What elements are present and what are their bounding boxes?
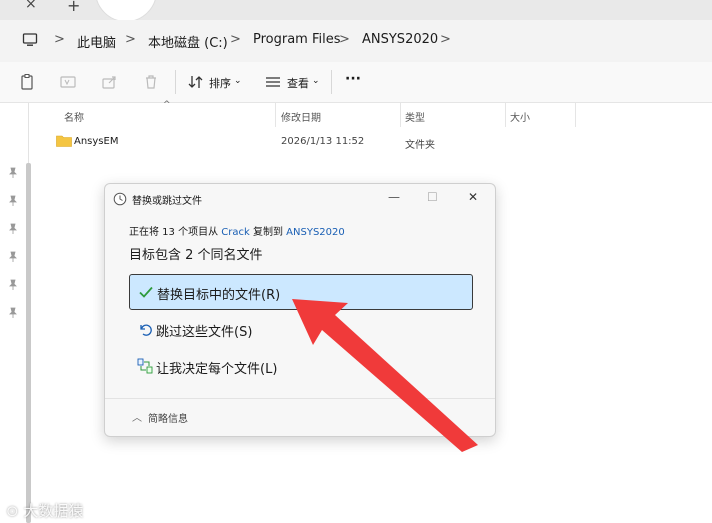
chevron-down-icon[interactable]: ⌄: [234, 76, 242, 86]
file-type: 文件夹: [405, 140, 435, 151]
close-button[interactable]: ✕: [468, 190, 478, 204]
breadcrumb-program-files[interactable]: Program Files: [253, 32, 341, 47]
breadcrumb-ansys2020[interactable]: ANSYS2020: [362, 32, 438, 47]
clock-icon: [113, 192, 127, 206]
pin-icon[interactable]: [7, 307, 19, 319]
decide-each-file-label: 让我决定每个文件(L): [156, 362, 278, 377]
navigation-pane: [0, 103, 29, 523]
command-bar: 排序 ⌄ 查看 ⌄ ···: [0, 62, 712, 103]
more-options-button[interactable]: ···: [345, 71, 361, 87]
status-prefix: 正在将 13 个项目从: [129, 227, 219, 238]
breadcrumb-chevron-icon[interactable]: >: [230, 32, 241, 47]
sort-button[interactable]: 排序: [209, 75, 231, 91]
tab-close-button[interactable]: ×: [25, 0, 37, 12]
checkmark-icon: [139, 286, 153, 298]
folder-icon: [56, 135, 72, 147]
breadcrumb-this-pc[interactable]: 此电脑: [77, 32, 116, 51]
watermark: ⊙ 大数据猿: [6, 500, 83, 521]
breadcrumb-chevron-icon[interactable]: >: [125, 32, 136, 47]
copy-status: 正在将 13 个项目从 Crack 复制到 ANSYS2020: [129, 223, 345, 238]
column-divider[interactable]: [400, 103, 401, 127]
minimize-button[interactable]: —: [388, 190, 400, 204]
column-header-name[interactable]: 名称: [64, 109, 84, 124]
pin-icon[interactable]: [7, 223, 19, 235]
status-mid: 复制到: [252, 227, 283, 238]
sort-ascending-icon: ^: [163, 100, 171, 110]
sort-icon[interactable]: [186, 72, 206, 92]
column-header-size[interactable]: 大小: [510, 109, 530, 124]
view-icon[interactable]: [263, 72, 283, 92]
new-tab-button[interactable]: +: [67, 0, 80, 15]
skip-files-label: 跳过这些文件(S): [156, 325, 253, 340]
column-header-modified[interactable]: 修改日期: [281, 109, 321, 124]
breadcrumb-chevron-icon[interactable]: >: [54, 32, 65, 47]
dialog-divider: [105, 398, 495, 399]
source-folder-link[interactable]: Crack: [221, 227, 250, 238]
column-divider[interactable]: [505, 103, 506, 127]
computer-icon[interactable]: [22, 32, 38, 48]
pin-icon[interactable]: [7, 251, 19, 263]
paste-icon[interactable]: [18, 72, 38, 92]
maximize-button[interactable]: ☐: [427, 190, 438, 204]
replace-files-label: 替换目标中的文件(R): [157, 288, 281, 303]
address-bar[interactable]: > 此电脑 > 本地磁盘 (C:) > Program Files > ANSY…: [0, 20, 712, 62]
chevron-up-icon[interactable]: ︿: [132, 409, 142, 424]
replace-files-option[interactable]: 替换目标中的文件(R): [129, 274, 473, 310]
pin-icon[interactable]: [7, 195, 19, 207]
rename-icon[interactable]: [58, 72, 78, 92]
destination-folder-link[interactable]: ANSYS2020: [286, 227, 345, 238]
breadcrumb-local-disk[interactable]: 本地磁盘 (C:): [148, 32, 228, 51]
share-icon[interactable]: [100, 72, 120, 92]
pin-icon[interactable]: [7, 279, 19, 291]
tab-avatar: [95, 0, 157, 22]
watermark-logo-icon: ⊙: [6, 502, 19, 520]
compare-files-icon: [137, 358, 153, 374]
delete-icon[interactable]: [141, 72, 161, 92]
tab-strip: × +: [0, 0, 712, 22]
column-divider[interactable]: [275, 103, 276, 127]
chevron-down-icon[interactable]: ⌄: [312, 76, 320, 86]
skip-arrow-icon: [140, 324, 152, 336]
dialog-heading: 目标包含 2 个同名文件: [129, 248, 263, 263]
toolbar-divider: [331, 70, 332, 94]
column-divider[interactable]: [575, 103, 576, 127]
decide-each-file-option[interactable]: 让我决定每个文件(L): [129, 349, 471, 383]
watermark-text: 大数据猿: [23, 502, 84, 520]
column-header-type[interactable]: 类型: [405, 109, 425, 124]
toolbar-divider: [175, 70, 176, 94]
breadcrumb-chevron-icon[interactable]: >: [339, 32, 350, 47]
skip-files-option[interactable]: 跳过这些文件(S): [129, 312, 471, 346]
file-modified: 2026/1/13 11:52: [281, 136, 365, 147]
view-button[interactable]: 查看: [287, 75, 309, 91]
fewer-details-button[interactable]: 简略信息: [148, 410, 188, 425]
replace-or-skip-dialog: 替换或跳过文件 — ☐ ✕ 正在将 13 个项目从 Crack 复制到 ANSY…: [104, 183, 496, 437]
dialog-title: 替换或跳过文件: [132, 196, 202, 207]
scrollbar[interactable]: [26, 163, 31, 523]
breadcrumb-chevron-icon[interactable]: >: [440, 32, 451, 47]
file-name: AnsysEM: [74, 136, 119, 147]
pin-icon[interactable]: [7, 167, 19, 179]
